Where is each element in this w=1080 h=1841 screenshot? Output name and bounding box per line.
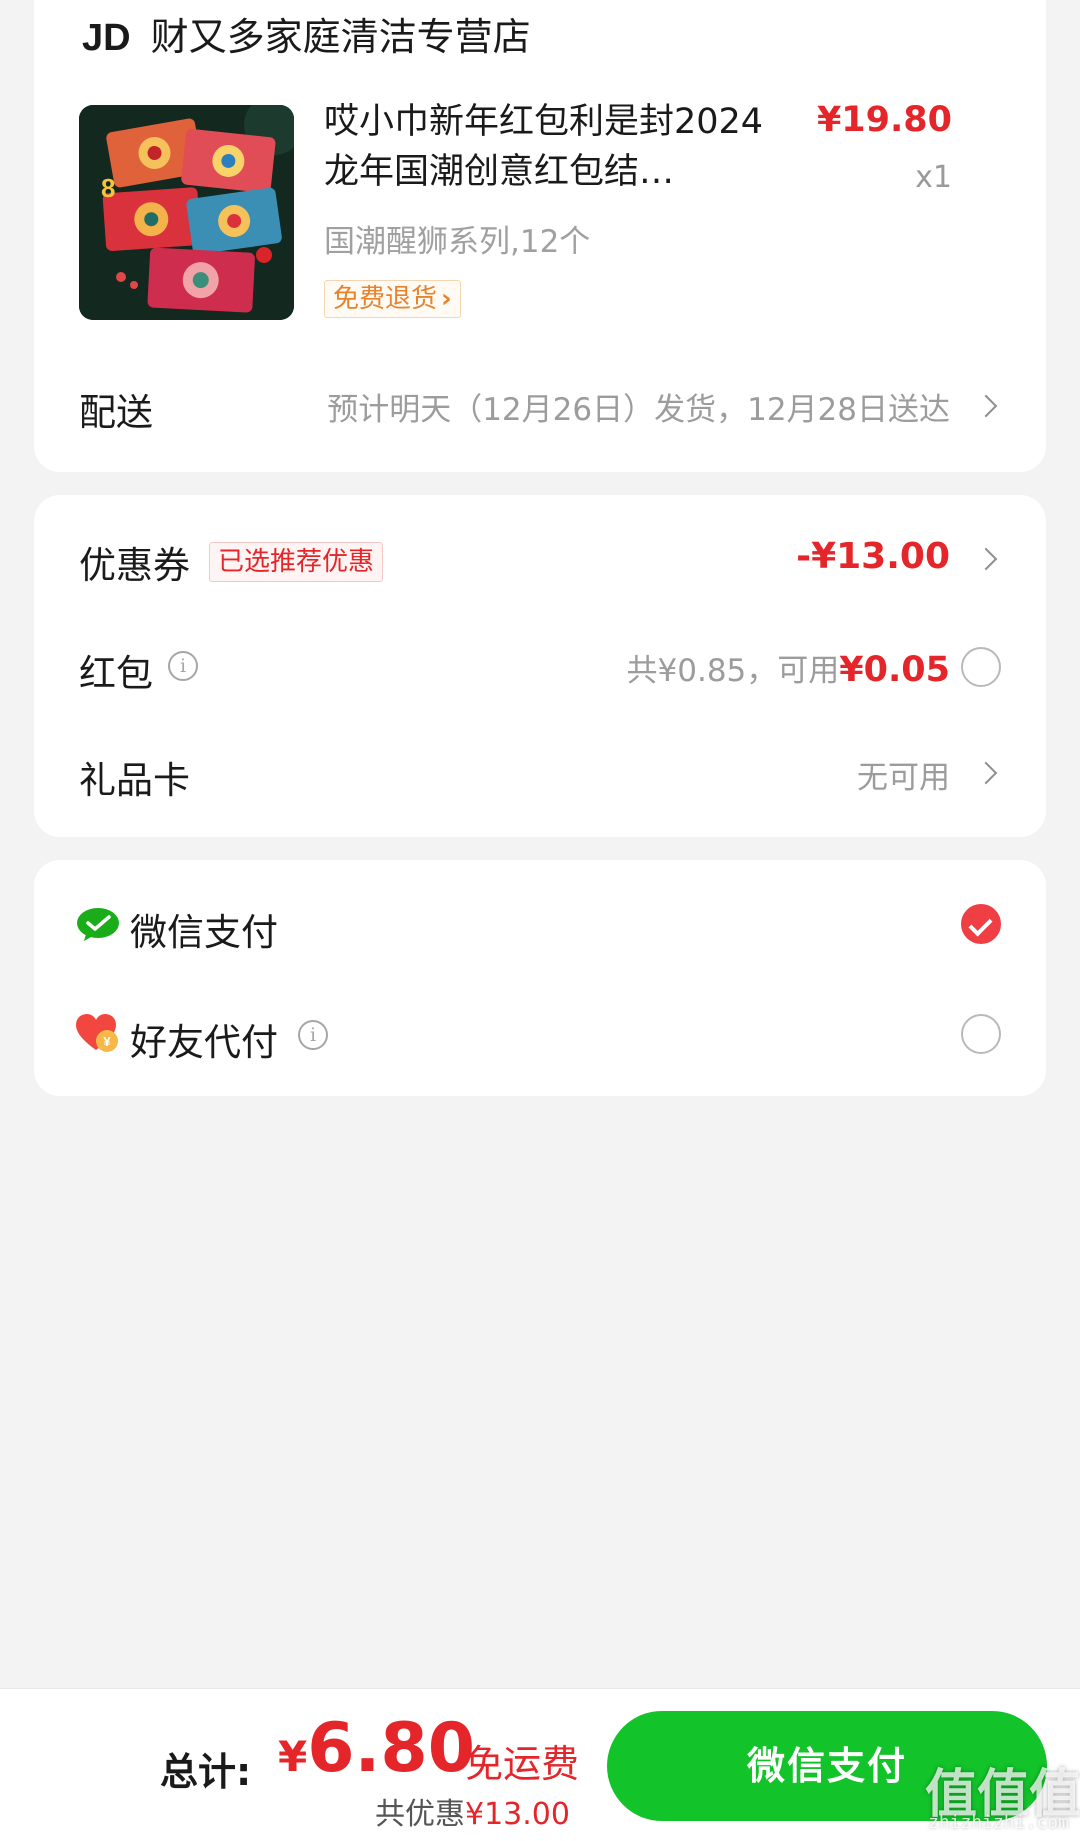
friend-pay-heart-icon: ¥ — [76, 1014, 120, 1058]
red-packet-radio[interactable] — [961, 647, 1001, 687]
gift-card-label: 礼品卡 — [79, 759, 190, 802]
total-savings: 共优惠¥13.00 — [375, 1789, 570, 1833]
chevron-right-icon[interactable] — [974, 394, 998, 418]
product-image[interactable]: 8 — [79, 105, 294, 320]
wechat-pay-icon — [76, 906, 120, 946]
red-envelope-product-image: 8 — [79, 105, 294, 320]
total-amount: ¥6.80 — [278, 1709, 475, 1788]
coupon-amount[interactable]: -¥13.00 — [796, 536, 950, 577]
svg-text:¥: ¥ — [103, 1034, 111, 1049]
friend-pay-label: 好友代付 — [130, 1021, 278, 1064]
red-packet-value: 共¥0.85，可用¥0.05 — [627, 645, 950, 690]
savings-amount: ¥13.00 — [465, 1797, 570, 1832]
chevron-right-icon: › — [441, 284, 452, 314]
order-card: JD 财又多家庭清洁专营店 8 哎小巾新年红包利是封2024龙年国潮创意红包结…… — [34, 0, 1046, 472]
delivery-estimate[interactable]: 预计明天（12月26日）发货，12月28日送达 — [327, 384, 950, 429]
watermark-url: zhizhizhi.com — [928, 1812, 1069, 1833]
total-amount-value: 6.80 — [307, 1709, 476, 1788]
red-packet-label: 红包 — [79, 652, 153, 695]
store-name: 财又多家庭清洁专营店 — [150, 15, 531, 59]
coupon-label: 优惠券 — [79, 544, 190, 587]
discount-card: 优惠券 已选推荐优惠 -¥13.00 红包 i 共¥0.85，可用¥0.05 礼… — [34, 495, 1046, 837]
free-shipping-label: 免运费 — [465, 1742, 580, 1786]
info-icon[interactable]: i — [298, 1020, 328, 1050]
product-price: ¥19.80 — [816, 100, 952, 140]
payment-method-card: 微信支付 ¥ 好友代付 i — [34, 860, 1046, 1096]
wechat-pay-label: 微信支付 — [130, 911, 278, 954]
checkout-bar: 总计: ¥6.80 免运费 共优惠¥13.00 微信支付 — [0, 1688, 1080, 1841]
store-header[interactable]: JD 财又多家庭清洁专营店 — [82, 6, 531, 61]
payment-option-friend[interactable]: ¥ 好友代付 i — [34, 978, 1046, 1096]
product-title[interactable]: 哎小巾新年红包利是封2024龙年国潮创意红包结… — [324, 97, 769, 197]
red-packet-total: 共¥0.85，可用 — [626, 653, 840, 689]
friend-pay-radio[interactable] — [961, 1014, 1001, 1054]
info-icon[interactable]: i — [168, 651, 198, 681]
free-return-label: 免费退货 — [333, 284, 438, 314]
chevron-right-icon[interactable] — [974, 547, 998, 571]
free-return-badge[interactable]: 免费退货 › — [324, 280, 461, 318]
red-packet-usable: ¥0.05 — [839, 650, 950, 690]
savings-label: 共优惠 — [375, 1797, 465, 1832]
chevron-right-icon[interactable] — [974, 761, 998, 785]
recommended-coupon-tag: 已选推荐优惠 — [209, 542, 384, 582]
currency-symbol: ¥ — [278, 1732, 308, 1781]
product-quantity: x1 — [915, 160, 952, 195]
jd-logo: JD — [82, 17, 131, 59]
wechat-pay-radio[interactable] — [961, 904, 1001, 944]
total-label: 总计: — [160, 1750, 252, 1794]
payment-option-wechat[interactable]: 微信支付 — [34, 860, 1046, 978]
delivery-label: 配送 — [79, 391, 153, 434]
product-variant: 国潮醒狮系列,12个 — [324, 224, 591, 260]
svg-text:8: 8 — [101, 173, 115, 203]
gift-card-value[interactable]: 无可用 — [857, 752, 950, 797]
